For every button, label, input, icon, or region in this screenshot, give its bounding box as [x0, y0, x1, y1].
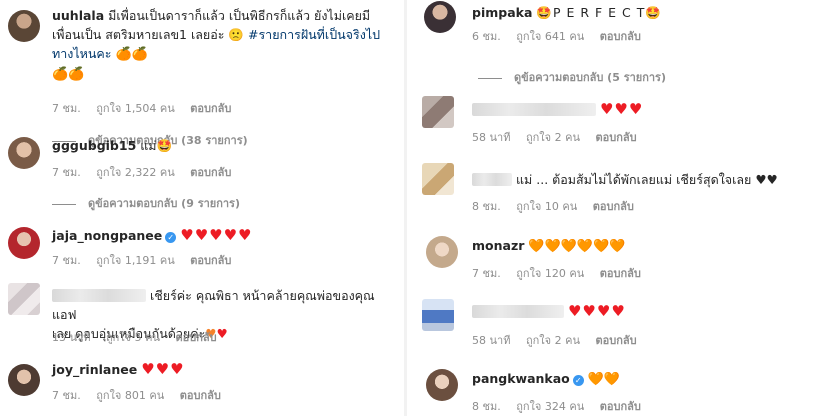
comment-text: ♥♥♥	[599, 100, 644, 118]
panel-divider	[404, 0, 407, 416]
comment-meta: 58 นาที ถูกใจ 2 คน ตอบกลับ	[472, 128, 649, 146]
comment-meta: 8 ชม. ถูกใจ 10 คน ตอบกลับ	[472, 197, 646, 215]
comment-body: ♥♥♥♥	[472, 302, 809, 321]
comment-text: แม่ ... ต้อมส้มไม่ได้พักเลยแม่ เชียร์สุด…	[515, 172, 778, 187]
reply-button[interactable]: ตอบกลับ	[190, 102, 231, 115]
replies-line	[478, 77, 502, 79]
avatar[interactable]	[8, 10, 40, 42]
comment-meta: 8 ชม. ถูกใจ 324 คน ตอบกลับ	[472, 397, 653, 415]
comment-meta: 6 ชม. ถูกใจ 641 คน ตอบกลับ	[472, 27, 653, 45]
comment-time: 58 นาที	[472, 334, 511, 347]
comment-username[interactable]: pangkwankao	[472, 371, 570, 386]
reply-button[interactable]: ตอบกลับ	[175, 331, 216, 344]
comment-time: 7 ชม.	[52, 254, 81, 267]
comment-username[interactable]: gggubgib15	[52, 138, 136, 153]
comment-body: ♥♥♥	[472, 100, 809, 119]
comment-meta: 7 ชม. ถูกใจ 1,504 คน ตอบกลับ	[52, 99, 243, 117]
reply-button[interactable]: ตอบกลับ	[593, 200, 634, 213]
like-count[interactable]: ถูกใจ 324 คน	[516, 400, 584, 413]
tangerine-emoji: 🍊🍊	[115, 47, 148, 62]
like-count[interactable]: ถูกใจ 5 คน	[106, 331, 160, 344]
comment-text: 🤩P E R F E C T🤩	[536, 5, 662, 20]
comment-text: ♥♥♥♥♥	[180, 226, 253, 244]
comment-username[interactable]	[472, 173, 512, 186]
comment-username[interactable]	[472, 103, 596, 116]
comment-meta: 7 ชม. ถูกใจ 801 คน ตอบกลับ	[52, 386, 233, 404]
like-count[interactable]: ถูกใจ 120 คน	[516, 267, 584, 280]
comment-text: ♥♥♥♥	[567, 302, 626, 320]
avatar[interactable]	[8, 137, 40, 169]
comment-time: 7 ชม.	[472, 267, 501, 280]
comment-body: monazr 🧡🧡🧡🧡🧡🧡	[472, 236, 809, 256]
comment-text: 🧡🧡🧡🧡🧡🧡	[528, 239, 626, 254]
view-replies-label: ดูข้อความตอบกลับ (9 รายการ)	[88, 197, 240, 210]
comment-username[interactable]	[472, 305, 564, 318]
avatar[interactable]	[426, 236, 458, 268]
comment-body: jaja_nongpanee ✓ ♥♥♥♥♥	[52, 226, 394, 245]
comment-username[interactable]	[52, 289, 146, 302]
comment-username[interactable]: joy_rinlanee	[52, 362, 137, 377]
like-count[interactable]: ถูกใจ 2 คน	[526, 131, 580, 144]
reply-button[interactable]: ตอบกลับ	[600, 267, 641, 280]
like-count[interactable]: ถูกใจ 1,504 คน	[96, 102, 175, 115]
comment-time: 13 นาที	[52, 331, 91, 344]
avatar[interactable]	[8, 283, 40, 315]
comment-body: pimpaka 🤩P E R F E C T🤩	[472, 3, 809, 22]
comment-time: 7 ชม.	[52, 166, 81, 179]
comment-username[interactable]: monazr	[472, 238, 524, 253]
comment-username[interactable]: uuhlala	[52, 8, 104, 23]
reply-button[interactable]: ตอบกลับ	[190, 254, 231, 267]
avatar[interactable]	[424, 1, 456, 33]
view-replies-label: ดูข้อความตอบกลับ (5 รายการ)	[514, 71, 666, 84]
replies-line	[52, 203, 76, 205]
like-count[interactable]: ถูกใจ 2,322 คน	[96, 166, 175, 179]
comment-time: 7 ชม.	[52, 102, 81, 115]
comment-body: gggubgib15 แม่🤩	[52, 136, 394, 155]
comment-meta: 58 นาที ถูกใจ 2 คน ตอบกลับ	[472, 331, 649, 349]
comment-time: 6 ชม.	[472, 30, 501, 43]
like-count[interactable]: ถูกใจ 641 คน	[516, 30, 584, 43]
reply-button[interactable]: ตอบกลับ	[600, 30, 641, 43]
comment-text: ♥♥♥	[141, 360, 185, 378]
comment-meta: 7 ชม. ถูกใจ 2,322 คน ตอบกลับ	[52, 163, 243, 181]
comment-time: 58 นาที	[472, 131, 511, 144]
left-comment-panel: uuhlala มีเพื่อนเป็นดาราก็แล้ว เป็นพิธีก…	[0, 0, 398, 416]
avatar[interactable]	[422, 163, 454, 195]
verified-badge-icon: ✓	[165, 232, 177, 243]
view-replies-button[interactable]: ดูข้อความตอบกลับ (9 รายการ)	[52, 194, 240, 212]
avatar[interactable]	[8, 227, 40, 259]
reply-button[interactable]: ตอบกลับ	[600, 400, 641, 413]
like-count[interactable]: ถูกใจ 2 คน	[526, 334, 580, 347]
comment-username[interactable]: jaja_nongpanee	[52, 228, 162, 243]
tangerine-emoji: 🍊🍊	[52, 67, 85, 82]
comment-body: pangkwankao ✓ 🧡🧡	[472, 369, 809, 389]
comment-meta: 7 ชม. ถูกใจ 120 คน ตอบกลับ	[472, 264, 653, 282]
reply-button[interactable]: ตอบกลับ	[595, 334, 636, 347]
view-replies-button[interactable]: ดูข้อความตอบกลับ (5 รายการ)	[478, 68, 666, 86]
avatar[interactable]	[422, 96, 454, 128]
comment-time: 8 ชม.	[472, 200, 501, 213]
like-count[interactable]: ถูกใจ 801 คน	[96, 389, 164, 402]
comment-time: 8 ชม.	[472, 400, 501, 413]
comment-meta: 7 ชม. ถูกใจ 1,191 คน ตอบกลับ	[52, 251, 243, 269]
avatar[interactable]	[426, 369, 458, 401]
avatar[interactable]	[422, 299, 454, 331]
comment-body: แม่ ... ต้อมส้มไม่ได้พักเลยแม่ เชียร์สุด…	[472, 170, 809, 189]
comment-body: joy_rinlanee ♥♥♥	[52, 360, 394, 379]
comment-text: แม่🤩	[140, 138, 173, 153]
comment-meta: 13 นาที ถูกใจ 5 คน ตอบกลับ	[52, 328, 229, 346]
right-comment-panel: pimpaka 🤩P E R F E C T🤩 6 ชม. ถูกใจ 641 …	[412, 0, 813, 416]
comment-text: 🧡🧡	[587, 372, 621, 387]
reply-button[interactable]: ตอบกลับ	[595, 131, 636, 144]
verified-badge-icon: ✓	[572, 375, 584, 386]
like-count[interactable]: ถูกใจ 10 คน	[516, 200, 577, 213]
reply-button[interactable]: ตอบกลับ	[180, 389, 221, 402]
comment-time: 7 ชม.	[52, 389, 81, 402]
comment-username[interactable]: pimpaka	[472, 5, 532, 20]
reply-button[interactable]: ตอบกลับ	[190, 166, 231, 179]
like-count[interactable]: ถูกใจ 1,191 คน	[96, 254, 175, 267]
avatar[interactable]	[8, 364, 40, 396]
comment-body: uuhlala มีเพื่อนเป็นดาราก็แล้ว เป็นพิธีก…	[52, 6, 394, 84]
